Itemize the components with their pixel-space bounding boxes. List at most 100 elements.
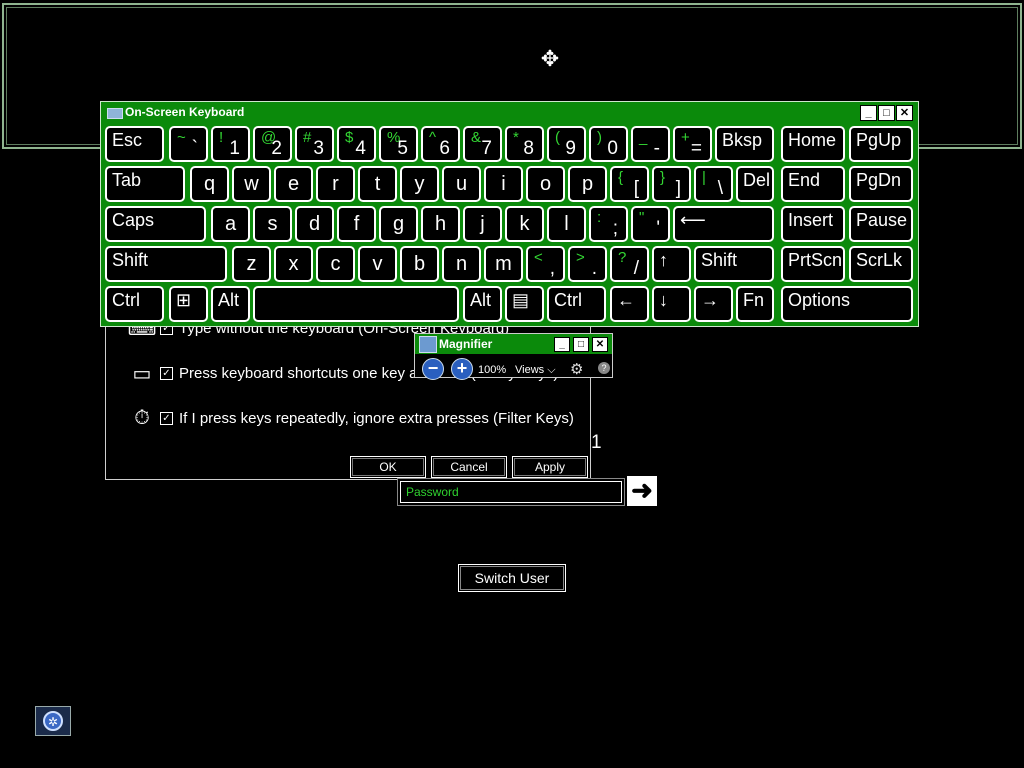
key-Esc[interactable]: Esc	[105, 126, 164, 162]
key-r3k9[interactable]: >.	[568, 246, 607, 282]
minimize-button[interactable]: _	[860, 105, 877, 121]
key-r1k12[interactable]: }]	[652, 166, 691, 202]
key-Del[interactable]: Del	[736, 166, 774, 202]
maximize-button[interactable]: □	[573, 337, 589, 352]
key-3[interactable]: #3	[295, 126, 334, 162]
zoom-out-button[interactable]: −	[422, 358, 444, 380]
key-r0k12[interactable]: _ -	[631, 126, 670, 162]
key-PrtScn[interactable]: PrtScn	[781, 246, 845, 282]
key-r0k13[interactable]: + =	[673, 126, 712, 162]
views-dropdown[interactable]: Views ⌵	[515, 364, 556, 377]
key-r2k10[interactable]: :;	[589, 206, 628, 242]
key-r4k9[interactable]: →	[694, 286, 733, 322]
key-p[interactable]: p	[568, 166, 607, 202]
zoom-in-button[interactable]: +	[451, 358, 473, 380]
key-Shift[interactable]: Shift	[694, 246, 774, 282]
key-Pause[interactable]: Pause	[849, 206, 913, 242]
key-f[interactable]: f	[337, 206, 376, 242]
key-g[interactable]: g	[379, 206, 418, 242]
key-r1k13[interactable]: | \	[694, 166, 733, 202]
close-button[interactable]: ✕	[896, 105, 913, 121]
key-0[interactable]: ) 0	[589, 126, 628, 162]
key-r3k8[interactable]: <,	[526, 246, 565, 282]
key-j[interactable]: j	[463, 206, 502, 242]
key-9[interactable]: (9	[547, 126, 586, 162]
key-r4k1[interactable]: ⊞	[169, 286, 208, 322]
close-button[interactable]: ✕	[592, 337, 608, 352]
key-1[interactable]: ! 1	[211, 126, 250, 162]
apply-button[interactable]: Apply	[512, 456, 588, 478]
key-r4k7[interactable]: ←	[610, 286, 649, 322]
key-w[interactable]: w	[232, 166, 271, 202]
key-Tab[interactable]: Tab	[105, 166, 185, 202]
key-Shift[interactable]: Shift	[105, 246, 227, 282]
key-Insert[interactable]: Insert	[781, 206, 845, 242]
ok-button[interactable]: OK	[350, 456, 426, 478]
key-o[interactable]: o	[526, 166, 565, 202]
cancel-button[interactable]: Cancel	[431, 456, 507, 478]
password-input[interactable]: Password	[400, 481, 622, 503]
checkbox-filter-keys[interactable]: ✓	[160, 411, 173, 425]
key-Alt[interactable]: Alt	[463, 286, 502, 322]
key-r0k1[interactable]: ~ `	[169, 126, 208, 162]
key-6[interactable]: ^ 6	[421, 126, 460, 162]
key-Ctrl[interactable]: Ctrl	[547, 286, 606, 322]
key-i[interactable]: i	[484, 166, 523, 202]
switch-user-button[interactable]: Switch User	[458, 564, 566, 592]
key-q[interactable]: q	[190, 166, 229, 202]
key-x[interactable]: x	[274, 246, 313, 282]
key-c[interactable]: c	[316, 246, 355, 282]
key-b[interactable]: b	[400, 246, 439, 282]
key-r[interactable]: r	[316, 166, 355, 202]
key-r3k11[interactable]: ↑	[652, 246, 691, 282]
ease-of-access-button[interactable]: ✲	[35, 706, 71, 736]
gear-icon[interactable]: ⚙	[570, 360, 583, 378]
option-filter-keys[interactable]: ⏱ ✓ If I press keys repeatedly, ignore e…	[128, 403, 574, 433]
submit-arrow-button[interactable]: ➜	[627, 476, 657, 506]
key-End[interactable]: End	[781, 166, 845, 202]
help-icon[interactable]: ?	[598, 362, 610, 374]
key-Fn[interactable]: Fn	[736, 286, 774, 322]
key-r4k8[interactable]: ↓	[652, 286, 691, 322]
key-Ctrl[interactable]: Ctrl	[105, 286, 164, 322]
key-m[interactable]: m	[484, 246, 523, 282]
key-d[interactable]: d	[295, 206, 334, 242]
key-ScrLk[interactable]: ScrLk	[849, 246, 913, 282]
key-r4k5[interactable]: ▤	[505, 286, 544, 322]
key-Home[interactable]: Home	[781, 126, 845, 162]
key-u[interactable]: u	[442, 166, 481, 202]
minimize-button[interactable]: _	[554, 337, 570, 352]
key-n[interactable]: n	[442, 246, 481, 282]
checkbox-sticky-keys[interactable]: ✓	[160, 366, 173, 380]
key-z[interactable]: z	[232, 246, 271, 282]
key-l[interactable]: l	[547, 206, 586, 242]
key-Caps[interactable]: Caps	[105, 206, 206, 242]
key-h[interactable]: h	[421, 206, 460, 242]
key-r2k11[interactable]: " '	[631, 206, 670, 242]
key-5[interactable]: % 5	[379, 126, 418, 162]
key-a[interactable]: a	[211, 206, 250, 242]
key-8[interactable]: * 8	[505, 126, 544, 162]
key-s[interactable]: s	[253, 206, 292, 242]
key-y[interactable]: y	[400, 166, 439, 202]
key-Options[interactable]: Options	[781, 286, 913, 322]
key-r2k12[interactable]: ⟵	[673, 206, 774, 242]
maximize-button[interactable]: □	[878, 105, 895, 121]
key-2[interactable]: @2	[253, 126, 292, 162]
key-shift-glyph: ~	[177, 129, 186, 146]
osk-titlebar[interactable]: On-Screen Keyboard _ □ ✕	[101, 102, 918, 124]
key-7[interactable]: & 7	[463, 126, 502, 162]
key-k[interactable]: k	[505, 206, 544, 242]
key-r1k11[interactable]: {[	[610, 166, 649, 202]
key-e[interactable]: e	[274, 166, 313, 202]
key-r3k10[interactable]: ? /	[610, 246, 649, 282]
magnifier-titlebar[interactable]: Magnifier _ □ ✕	[415, 334, 612, 354]
key-4[interactable]: $4	[337, 126, 376, 162]
key-PgDn[interactable]: PgDn	[849, 166, 913, 202]
key-t[interactable]: t	[358, 166, 397, 202]
key-Bksp[interactable]: Bksp	[715, 126, 774, 162]
key-space[interactable]	[253, 286, 459, 322]
key-PgUp[interactable]: PgUp	[849, 126, 913, 162]
key-v[interactable]: v	[358, 246, 397, 282]
key-Alt[interactable]: Alt	[211, 286, 250, 322]
